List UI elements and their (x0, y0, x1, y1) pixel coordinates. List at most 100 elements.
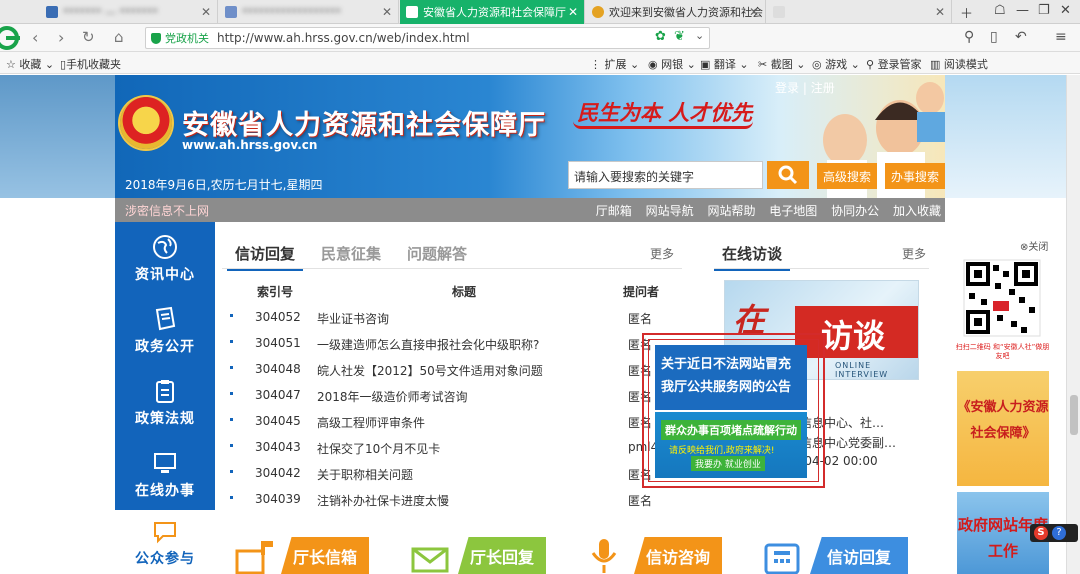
toolbar-screenshot[interactable]: ✂ 截图 ⌄ (758, 56, 805, 72)
row-title[interactable]: 毕业证书咨询 (317, 310, 617, 327)
close-tab-icon[interactable]: ✕ (201, 5, 211, 19)
security-icon[interactable]: ✿ (655, 29, 666, 44)
row-title[interactable]: 高级工程师评审条件 (317, 414, 617, 431)
toolbar-login-manager[interactable]: ⚲ 登录管家 (866, 56, 922, 72)
browser-tab[interactable]: ****************** ✕ (219, 0, 399, 24)
row-title[interactable]: 注销补办社保卡进度太慢 (317, 492, 617, 509)
bookmark-mobile[interactable]: ▯手机收藏夹 (60, 56, 121, 72)
url-dropdown-icon[interactable]: ⌄ (695, 29, 704, 42)
row-title[interactable]: 2018年一级造价师考试咨询 (317, 388, 617, 405)
nav-government-affairs[interactable]: 政务公开 (115, 306, 215, 356)
quick-link-favorite[interactable]: 加入收藏 (893, 204, 941, 218)
url-input[interactable]: 党政机关 http://www.ah.hrss.gov.cn/web/index… (145, 27, 710, 49)
gov-shield-icon (151, 32, 161, 44)
table-row[interactable]: 304051 一级建造师怎么直接申报社会化中级职称? 匿名 (230, 331, 670, 357)
browser-tab[interactable]: 欢迎来到安徽省人力资源和社会 ✕ (586, 0, 766, 24)
tab-petition-replies[interactable]: 信访回复 (226, 243, 304, 271)
more-link[interactable]: 更多 (902, 245, 926, 262)
leaf-icon[interactable]: ❦ (674, 29, 685, 44)
browser-tab[interactable]: ✕ (767, 0, 952, 24)
url-text[interactable]: http://www.ah.hrss.gov.cn/web/index.html (217, 31, 470, 45)
refresh-icon[interactable]: ↻ (82, 28, 95, 46)
close-tab-icon[interactable]: ✕ (568, 5, 578, 19)
banner-fang-text: 访谈 (821, 317, 886, 355)
toolbar-label: 登录管家 (877, 58, 922, 71)
undo-icon[interactable]: ↶ (1015, 29, 1027, 45)
toolbar-reading-mode[interactable]: ▥ 阅读模式 (930, 56, 988, 72)
popup-campaign-banner[interactable]: 群众办事百项堵点疏解行动 请反映给我们,政府来解决! 我要办 就业创业 (655, 412, 807, 478)
help-icon[interactable]: ? (1052, 526, 1066, 540)
table-row[interactable]: 304039 注销补办社保卡进度太慢 匿名 (230, 487, 670, 513)
popup-notice-text[interactable]: 关于近日不法网站冒充 我厅公共服务网的公告 (655, 345, 807, 410)
table-row[interactable]: 304052 毕业证书咨询 匿名 (230, 305, 670, 331)
minimize-icon[interactable]: — (1016, 3, 1029, 18)
tab-faq[interactable]: 问题解答 (407, 243, 467, 264)
scrollbar-thumb[interactable] (1070, 395, 1078, 435)
maximize-icon[interactable]: ❐ (1038, 3, 1050, 18)
quick-link-help[interactable]: 网站帮助 (707, 204, 755, 218)
nav-label: 政策法规 (135, 411, 195, 427)
popup-line-1: 关于近日不法网站冒充 (661, 357, 792, 372)
search-icon[interactable]: ⚲ (964, 29, 974, 45)
browser-tab-active[interactable]: 安徽省人力资源和社会保障厅 ✕ (400, 0, 585, 24)
popup-line-2: 我厅公共服务网的公告 (661, 380, 792, 395)
row-title[interactable]: 关于职称相关问题 (317, 466, 617, 483)
site-search-input[interactable]: 请输入要搜索的关键字 (568, 161, 763, 189)
quick-link-sitemap[interactable]: 网站导航 (646, 204, 694, 218)
close-tab-icon[interactable]: ✕ (382, 5, 392, 19)
home-icon[interactable]: ⌂ (114, 28, 124, 46)
affairs-search-button[interactable]: 办事搜索 (885, 163, 945, 189)
journal-ad[interactable]: 《安徽人力资源社会保障》 (957, 371, 1049, 486)
advanced-search-button[interactable]: 高级搜索 (817, 163, 877, 189)
banner-english-text: ONLINE INTERVIEW (835, 361, 889, 379)
nav-policies[interactable]: 政策法规 (115, 378, 215, 428)
quick-link-mailbox[interactable]: 厅邮箱 (596, 204, 632, 218)
campaign-subtitle: 请反映给我们,政府来解决! (669, 446, 775, 456)
login-link[interactable]: 登录 (775, 81, 799, 95)
close-tab-icon[interactable]: ✕ (935, 5, 945, 19)
tab-favicon-icon (225, 6, 237, 18)
toolbar-games[interactable]: ◎ 游戏 ⌄ (812, 56, 860, 72)
bookmark-favorites[interactable]: ☆ 收藏 ⌄ (6, 56, 54, 72)
table-row[interactable]: 304047 2018年一级造价师考试咨询 匿名 (230, 383, 670, 409)
nav-news-center[interactable]: 资讯中心 (115, 234, 215, 284)
utility-bar: 涉密信息不上网 厅邮箱 网站导航 网站帮助 电子地图 协同办公 加入收藏 (115, 198, 945, 222)
table-row[interactable]: 304045 高级工程师评审条件 匿名 (230, 409, 670, 435)
toolbar-extensions[interactable]: ⋮ 扩展 ⌄ (590, 56, 639, 72)
table-row[interactable]: 304048 皖人社发【2012】50号文件适用对象问题 匿名 (230, 357, 670, 383)
phone-icon[interactable]: ▯ (990, 29, 998, 45)
campaign-tag: 我要办 就业创业 (691, 456, 765, 471)
quick-link-map[interactable]: 电子地图 (769, 204, 817, 218)
skin-icon[interactable]: ☖ (994, 3, 1006, 18)
menu-icon[interactable]: ≡ (1055, 29, 1067, 45)
browser-tab-bar: ******* — ******* ✕ ****************** ✕… (0, 0, 1080, 24)
page-scrollbar[interactable] (1066, 75, 1080, 574)
tab-opinion-collection[interactable]: 民意征集 (321, 243, 381, 264)
forward-icon[interactable]: › (58, 28, 64, 47)
toolbar-bank[interactable]: ◉ 网银 ⌄ (648, 56, 696, 72)
site-search-button[interactable] (767, 161, 809, 189)
nav-public-participation[interactable]: 公众参与 (115, 510, 215, 574)
close-tab-icon[interactable]: ✕ (749, 5, 759, 19)
toolbar-label: 截图 (770, 58, 793, 71)
row-title[interactable]: 社保交了10个月不见卡 (317, 440, 617, 457)
toolbar-translate[interactable]: ▣ 翻译 ⌄ (700, 56, 749, 72)
row-title[interactable]: 一级建造师怎么直接申报社会化中级职称? (317, 336, 617, 353)
browser-tab[interactable]: ******* — ******* ✕ (40, 0, 218, 24)
close-sidebar-button[interactable]: ⊗关闭 (1020, 238, 1048, 253)
new-tab-icon[interactable]: ＋ (960, 3, 973, 22)
back-icon[interactable]: ‹ (32, 28, 38, 47)
nav-online-services[interactable]: 在线办事 (115, 450, 215, 500)
more-link[interactable]: 更多 (650, 245, 674, 262)
site-title[interactable]: 安徽省人力资源和社会保障厅 (182, 103, 546, 142)
globe-icon (153, 235, 177, 259)
quick-link-office[interactable]: 协同办公 (831, 204, 879, 218)
row-title[interactable]: 皖人社发【2012】50号文件适用对象问题 (317, 362, 617, 379)
tab-label: ******* — ******* (63, 5, 158, 19)
input-method-icon[interactable]: S (1034, 526, 1048, 540)
table-row[interactable]: 304042 关于职称相关问题 匿名 (230, 461, 670, 487)
table-row[interactable]: 304043 社保交了10个月不见卡 pml4 (230, 435, 670, 461)
online-interview-title[interactable]: 在线访谈 (713, 243, 791, 271)
register-link[interactable]: 注册 (811, 81, 835, 95)
close-window-icon[interactable]: ✕ (1060, 3, 1071, 18)
